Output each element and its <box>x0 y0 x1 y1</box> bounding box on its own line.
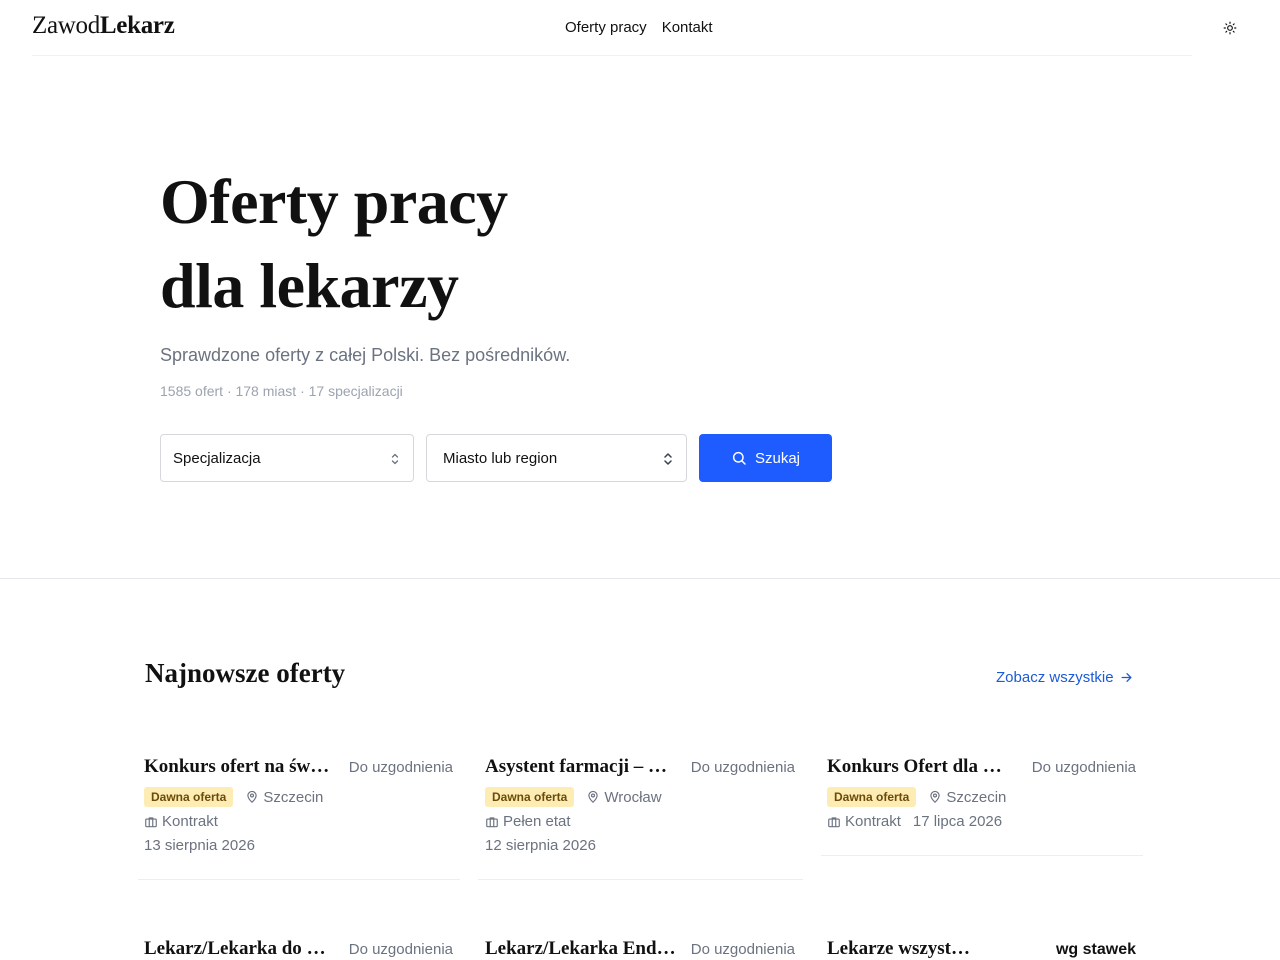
job-date-row: 12 sierpnia 2026 <box>485 837 596 854</box>
status-badge: Dawna oferta <box>144 787 234 807</box>
chevron-up-down-icon <box>391 453 399 465</box>
job-card[interactable]: Lekarz/Lekarka Endokrynolog Do uzgodnien… <box>485 938 795 960</box>
status-badge: Dawna oferta <box>827 787 917 807</box>
see-all-label: Zobacz wszystkie <box>996 669 1114 686</box>
main-nav: Oferty pracy Kontakt <box>565 19 713 36</box>
job-card[interactable]: Lekarz/Lekarka do przychodni Do uzgodnie… <box>144 938 453 960</box>
hero-title-line2: dla lekarzy <box>160 250 459 321</box>
job-salary: Do uzgodnienia <box>348 759 453 776</box>
map-pin-icon <box>930 790 941 804</box>
job-title[interactable]: Lekarz/Lekarka do przychodni <box>144 938 330 960</box>
map-pin-icon <box>247 790 258 804</box>
job-meta-row: Dawna oferta Szczecin <box>144 787 323 807</box>
job-card[interactable]: Lekarze wszystkich specjalizacji wg staw… <box>827 938 1136 960</box>
job-salary: Do uzgodnienia <box>1031 759 1136 776</box>
nav-link-contact[interactable]: Kontakt <box>662 19 713 36</box>
job-salary: Do uzgodnienia <box>348 941 453 958</box>
card-divider <box>478 879 803 880</box>
job-meta-row: Dawna oferta Wrocław <box>485 787 662 807</box>
job-date: 17 lipca 2026 <box>912 813 1003 830</box>
job-city: Wrocław <box>604 788 662 806</box>
site-logo[interactable]: ZawodLekarz <box>32 12 175 40</box>
job-card[interactable]: Konkurs Ofert dla Lekarzy Do uzgodnienia… <box>827 756 1136 842</box>
card-divider <box>138 879 460 880</box>
arrow-right-icon <box>1121 673 1132 682</box>
job-title[interactable]: Lekarz/Lekarka Endokrynolog <box>485 938 677 960</box>
job-title[interactable]: Asystent farmacji – lekarz <box>485 756 671 778</box>
site-header: ZawodLekarz Oferty pracy Kontakt <box>0 0 1280 56</box>
city-select-value: Miasto lub region <box>443 449 558 467</box>
job-city: Szczecin <box>946 788 1007 806</box>
job-date-row: 13 sierpnia 2026 <box>144 837 255 854</box>
theme-toggle-button[interactable] <box>1220 18 1240 38</box>
job-card[interactable]: Asystent farmacji – lekarz Do uzgodnieni… <box>485 756 795 866</box>
sun-icon <box>1223 21 1237 35</box>
job-type-row: Kontrakt 17 lipca 2026 <box>827 813 1002 830</box>
job-meta-row: Dawna oferta Szczecin <box>827 787 1006 807</box>
status-badge: Dawna oferta <box>485 787 575 807</box>
job-card[interactable]: Konkurs ofert na świadczenie usług medyc… <box>144 756 453 866</box>
hero-stats: 1585 ofert · 178 miast · 17 specjalizacj… <box>160 383 403 399</box>
job-city: Szczecin <box>263 788 324 806</box>
nav-link-offers[interactable]: Oferty pracy <box>565 19 647 36</box>
job-title[interactable]: Lekarze wszystkich specjalizacji <box>827 938 973 960</box>
header-divider <box>32 55 1192 56</box>
specialization-select[interactable]: Specjalizacja <box>160 434 414 482</box>
job-type: Pełen etat <box>503 813 571 830</box>
briefcase-icon <box>828 816 840 827</box>
see-all-link[interactable]: Zobacz wszystkie <box>996 669 1133 686</box>
briefcase-icon <box>145 816 157 827</box>
hero-subtitle: Sprawdzone oferty z całej Polski. Bez po… <box>160 345 571 365</box>
section-divider <box>0 578 1280 579</box>
job-type: Kontrakt <box>845 813 901 830</box>
hero-title-line1: Oferty pracy <box>160 166 508 237</box>
job-date: 13 sierpnia 2026 <box>144 837 255 854</box>
search-icon <box>732 451 746 465</box>
job-date: 12 sierpnia 2026 <box>485 837 596 854</box>
hero-title: Oferty pracy dla lekarzy <box>160 160 508 328</box>
briefcase-icon <box>486 816 498 827</box>
city-select[interactable]: Miasto lub region <box>426 434 687 482</box>
chevron-up-down-icon <box>664 453 672 465</box>
job-type: Kontrakt <box>162 813 218 830</box>
card-divider <box>821 855 1143 856</box>
job-salary: Do uzgodnienia <box>690 759 795 776</box>
latest-offers-title: Najnowsze oferty <box>145 658 346 688</box>
job-title[interactable]: Konkurs ofert na świadczenie usług medyc… <box>144 756 332 778</box>
map-pin-icon <box>588 790 599 804</box>
job-title[interactable]: Konkurs Ofert dla Lekarzy <box>827 756 1013 778</box>
logo-light-text: Zawod <box>32 12 100 39</box>
job-salary: Do uzgodnienia <box>690 941 795 958</box>
logo-bold-text: Lekarz <box>99 12 175 39</box>
specialization-select-value: Specjalizacja <box>173 449 261 467</box>
search-button-label: Szukaj <box>754 449 801 467</box>
search-button[interactable]: Szukaj <box>699 434 832 482</box>
job-salary: wg stawek <box>1055 941 1136 958</box>
job-type-row: Kontrakt <box>144 813 218 830</box>
job-type-row: Pełen etat <box>485 813 571 830</box>
